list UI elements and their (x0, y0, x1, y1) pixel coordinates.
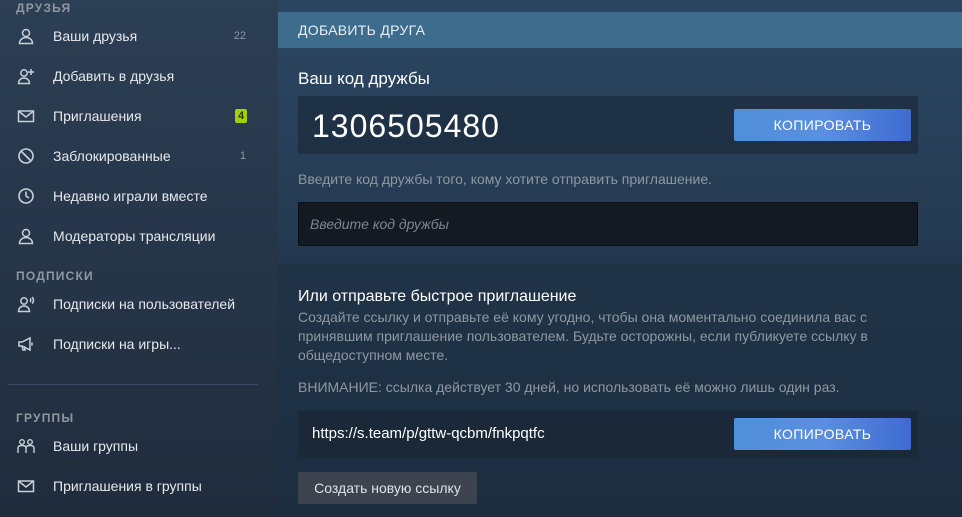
add-user-icon (16, 67, 36, 85)
enter-code-hint: Введите код дружбы того, кому хотите отп… (298, 171, 712, 187)
sidebar-item-game-subscriptions[interactable]: Подписки на игры... (0, 324, 278, 364)
invite-link-box: https://s.team/p/gttw-qcbm/fnkpqtfc КОПИ… (298, 411, 918, 457)
sidebar-item-label: Модераторы трансляции (53, 228, 216, 244)
quick-invite-title: Или отправьте быстрое приглашение (298, 288, 577, 305)
envelope-icon (16, 477, 36, 495)
friend-code-box: 1306505480 КОПИРОВАТЬ (298, 96, 918, 154)
main-panel: ДОБАВИТЬ ДРУГА Ваш код дружбы 1306505480… (278, 0, 962, 517)
link-warning: ВНИМАНИЕ: ссылка действует 30 дней, но и… (298, 379, 840, 395)
section-title-friends: ДРУЗЬЯ (16, 1, 72, 15)
sidebar-item-label: Приглашения (53, 108, 142, 124)
block-icon (16, 147, 36, 165)
sidebar-item-add-friend[interactable]: Добавить в друзья (0, 56, 278, 96)
sidebar-item-group-invitations[interactable]: Приглашения в группы (0, 466, 278, 506)
sidebar-item-label: Ваши группы (53, 438, 139, 454)
friends-count: 22 (233, 30, 246, 42)
sidebar-item-your-friends[interactable]: Ваши друзья 22 (0, 16, 278, 56)
sidebar-item-label: Ваши друзья (53, 28, 138, 44)
sidebar-item-broadcast-moderators[interactable]: Модераторы трансляции (0, 216, 278, 256)
sidebar-item-recently-played[interactable]: Недавно играли вместе (0, 176, 278, 216)
sidebar-item-label: Приглашения в группы (53, 478, 202, 494)
envelope-icon (16, 107, 36, 125)
user-broadcast-icon (16, 295, 36, 313)
sidebar-item-label: Подписки на игры... (53, 336, 181, 352)
friend-code-value: 1306505480 (312, 108, 500, 144)
sidebar-divider (8, 384, 258, 385)
megaphone-icon (16, 335, 36, 353)
clock-icon (16, 187, 36, 205)
sidebar-item-user-subscriptions[interactable]: Подписки на пользователей (0, 284, 278, 324)
friend-code-title: Ваш код дружбы (298, 69, 430, 88)
create-new-link-button[interactable]: Создать новую ссылку (298, 472, 477, 504)
friend-code-input[interactable] (298, 202, 918, 246)
copy-link-button[interactable]: КОПИРОВАТЬ (734, 418, 911, 450)
user-icon (16, 227, 36, 245)
user-icon (16, 27, 36, 45)
invitations-badge: 4 (235, 109, 247, 123)
section-title-subscriptions: ПОДПИСКИ (16, 269, 94, 283)
sidebar: ДРУЗЬЯ Ваши друзья 22 Добавить в друзья … (0, 0, 278, 517)
sidebar-item-label: Недавно играли вместе (53, 188, 208, 204)
section-title-groups: ГРУППЫ (16, 411, 75, 425)
sidebar-item-your-groups[interactable]: Ваши группы (0, 426, 278, 466)
blocked-count: 1 (239, 150, 246, 162)
sidebar-item-label: Заблокированные (53, 148, 171, 164)
sidebar-item-blocked[interactable]: Заблокированные 1 (0, 136, 278, 176)
page-title: ДОБАВИТЬ ДРУГА (278, 12, 962, 48)
copy-code-button[interactable]: КОПИРОВАТЬ (734, 109, 911, 141)
quick-invite-description: Создайте ссылку и отправьте её кому угод… (298, 309, 868, 363)
sidebar-item-label: Добавить в друзья (53, 68, 175, 84)
invite-link-text[interactable]: https://s.team/p/gttw-qcbm/fnkpqtfc (312, 425, 545, 442)
group-icon (16, 437, 36, 455)
sidebar-item-label: Подписки на пользователей (53, 296, 236, 312)
sidebar-item-invitations[interactable]: Приглашения 4 (0, 96, 278, 136)
